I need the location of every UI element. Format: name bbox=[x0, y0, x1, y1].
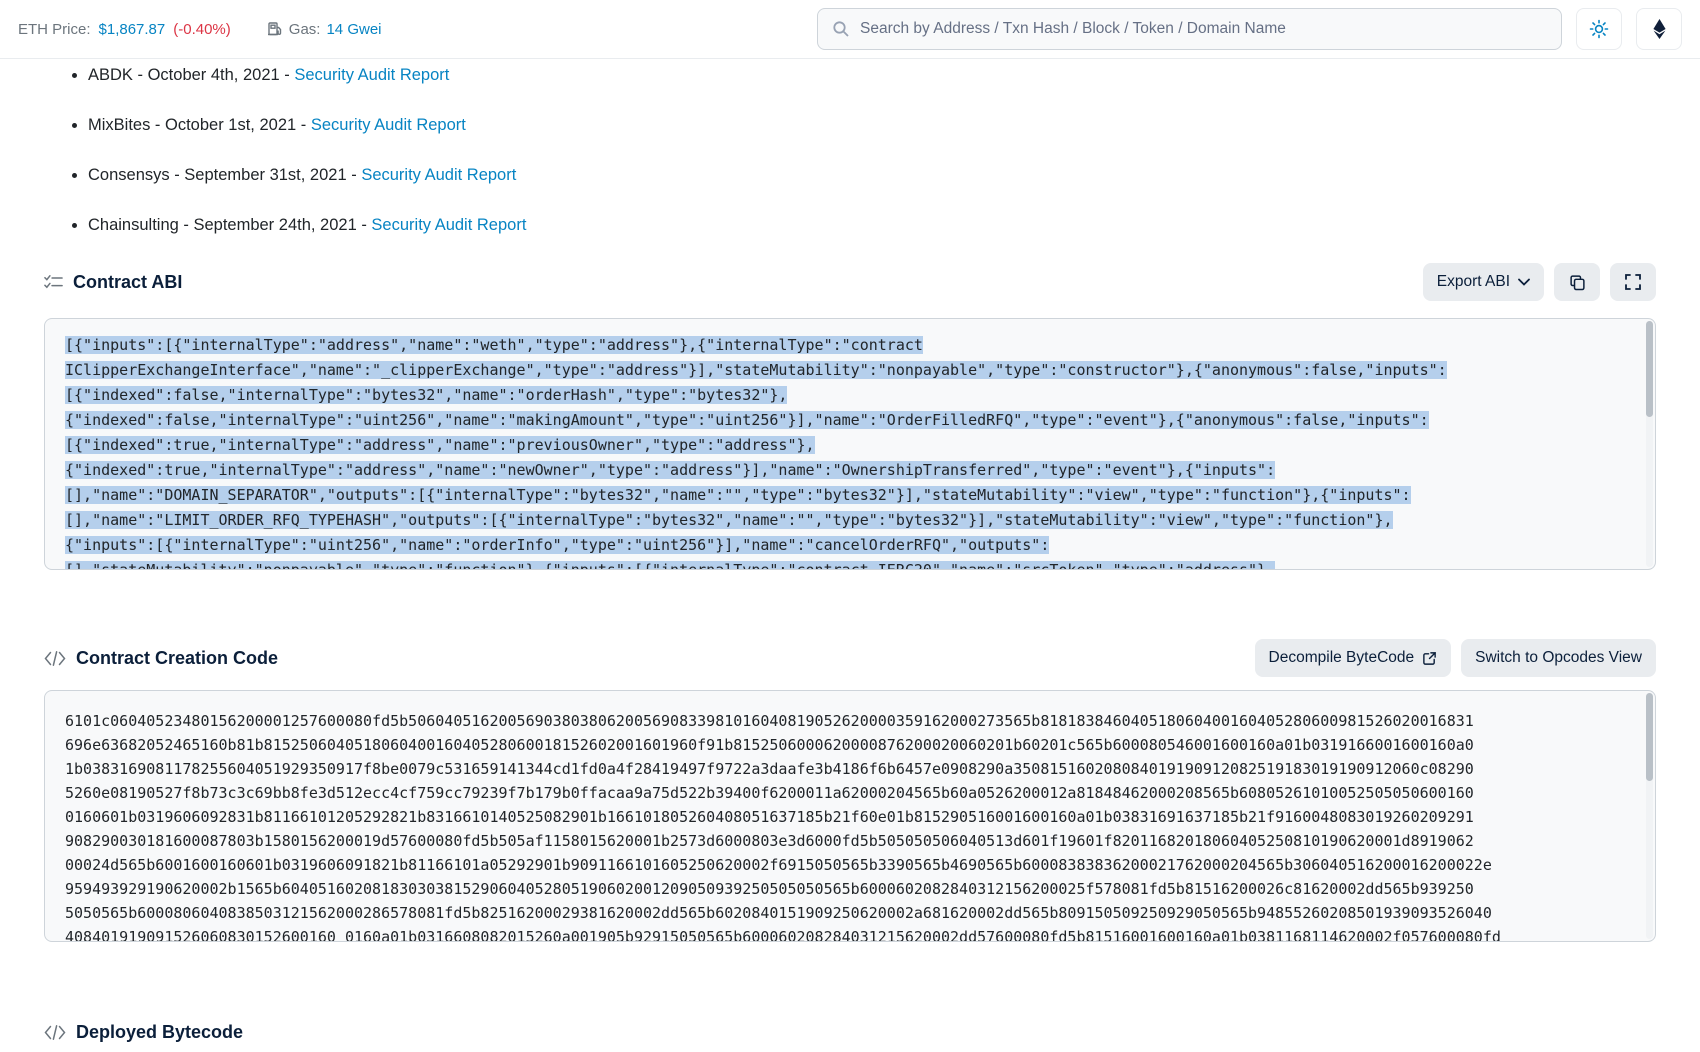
audit-text: Chainsulting - September 24th, 2021 - bbox=[88, 216, 371, 234]
gas-label: Gas: bbox=[289, 21, 321, 38]
section-title: Contract Creation Code bbox=[76, 648, 278, 669]
search-input[interactable] bbox=[860, 20, 1547, 38]
chevron-down-icon bbox=[1518, 278, 1530, 286]
ethereum-icon bbox=[1652, 18, 1667, 40]
audit-text: ABDK - October 4th, 2021 - bbox=[88, 66, 294, 84]
expand-icon bbox=[1625, 274, 1641, 290]
search-icon bbox=[832, 20, 850, 38]
security-audit-report-link[interactable]: Security Audit Report bbox=[371, 216, 526, 234]
export-abi-button[interactable]: Export ABI bbox=[1423, 263, 1544, 301]
eth-price-label: ETH Price: bbox=[18, 21, 91, 38]
contract-abi-code[interactable]: [{"inputs":[{"internalType":"address","n… bbox=[44, 318, 1656, 570]
market-stats: ETH Price: $1,867.87 (-0.40%) Gas: 14 Gw… bbox=[18, 21, 382, 38]
audit-text: MixBites - October 1st, 2021 - bbox=[88, 116, 311, 134]
export-abi-label: Export ABI bbox=[1437, 273, 1510, 291]
list-item: Chainsulting - September 24th, 2021 - Se… bbox=[88, 212, 526, 238]
creation-code-box[interactable]: 6101c06040523480156200001257600080fd5b50… bbox=[44, 690, 1656, 942]
scrollbar-thumb[interactable] bbox=[1646, 321, 1653, 417]
code-icon bbox=[44, 651, 66, 666]
scrollbar-thumb[interactable] bbox=[1646, 693, 1653, 781]
list-item: ABDK - October 4th, 2021 - Security Audi… bbox=[88, 62, 526, 88]
copy-icon bbox=[1569, 274, 1586, 291]
security-audit-report-link[interactable]: Security Audit Report bbox=[294, 66, 449, 84]
decompile-bytecode-label: Decompile ByteCode bbox=[1269, 649, 1415, 667]
external-link-icon bbox=[1422, 651, 1437, 666]
switch-opcodes-label: Switch to Opcodes View bbox=[1475, 649, 1642, 667]
gas-pump-icon bbox=[267, 21, 283, 37]
expand-abi-button[interactable] bbox=[1610, 263, 1656, 301]
contract-abi-header: Contract ABI Export ABI bbox=[44, 262, 1656, 302]
top-bar: ETH Price: $1,867.87 (-0.40%) Gas: 14 Gw… bbox=[0, 0, 1700, 59]
network-button[interactable] bbox=[1636, 8, 1682, 50]
deployed-bytecode-header: Deployed Bytecode bbox=[44, 1012, 1656, 1052]
checklist-icon bbox=[44, 274, 63, 290]
audit-text: Consensys - September 31st, 2021 - bbox=[88, 166, 361, 184]
contract-abi-text: [{"inputs":[{"internalType":"address","n… bbox=[45, 319, 1655, 570]
security-audit-report-link[interactable]: Security Audit Report bbox=[311, 116, 466, 134]
switch-opcodes-view-button[interactable]: Switch to Opcodes View bbox=[1461, 639, 1656, 677]
sun-icon bbox=[1589, 19, 1609, 39]
eth-price-value[interactable]: $1,867.87 bbox=[99, 21, 166, 38]
security-audit-report-link[interactable]: Security Audit Report bbox=[361, 166, 516, 184]
eth-price-change: (-0.40%) bbox=[173, 21, 231, 38]
creation-code-text: 6101c06040523480156200001257600080fd5b50… bbox=[45, 691, 1655, 942]
decompile-bytecode-button[interactable]: Decompile ByteCode bbox=[1255, 639, 1452, 677]
creation-code-header: Contract Creation Code Decompile ByteCod… bbox=[44, 638, 1656, 678]
theme-toggle-button[interactable] bbox=[1576, 8, 1622, 50]
search-bar[interactable] bbox=[817, 8, 1562, 50]
section-title: Deployed Bytecode bbox=[76, 1022, 243, 1043]
gas-value[interactable]: 14 Gwei bbox=[326, 21, 381, 38]
section-title: Contract ABI bbox=[73, 272, 182, 293]
copy-abi-button[interactable] bbox=[1554, 263, 1600, 301]
security-audit-list: ABDK - October 4th, 2021 - Security Audi… bbox=[0, 62, 526, 262]
list-item: Consensys - September 31st, 2021 - Secur… bbox=[88, 162, 526, 188]
list-item: MixBites - October 1st, 2021 - Security … bbox=[88, 112, 526, 138]
